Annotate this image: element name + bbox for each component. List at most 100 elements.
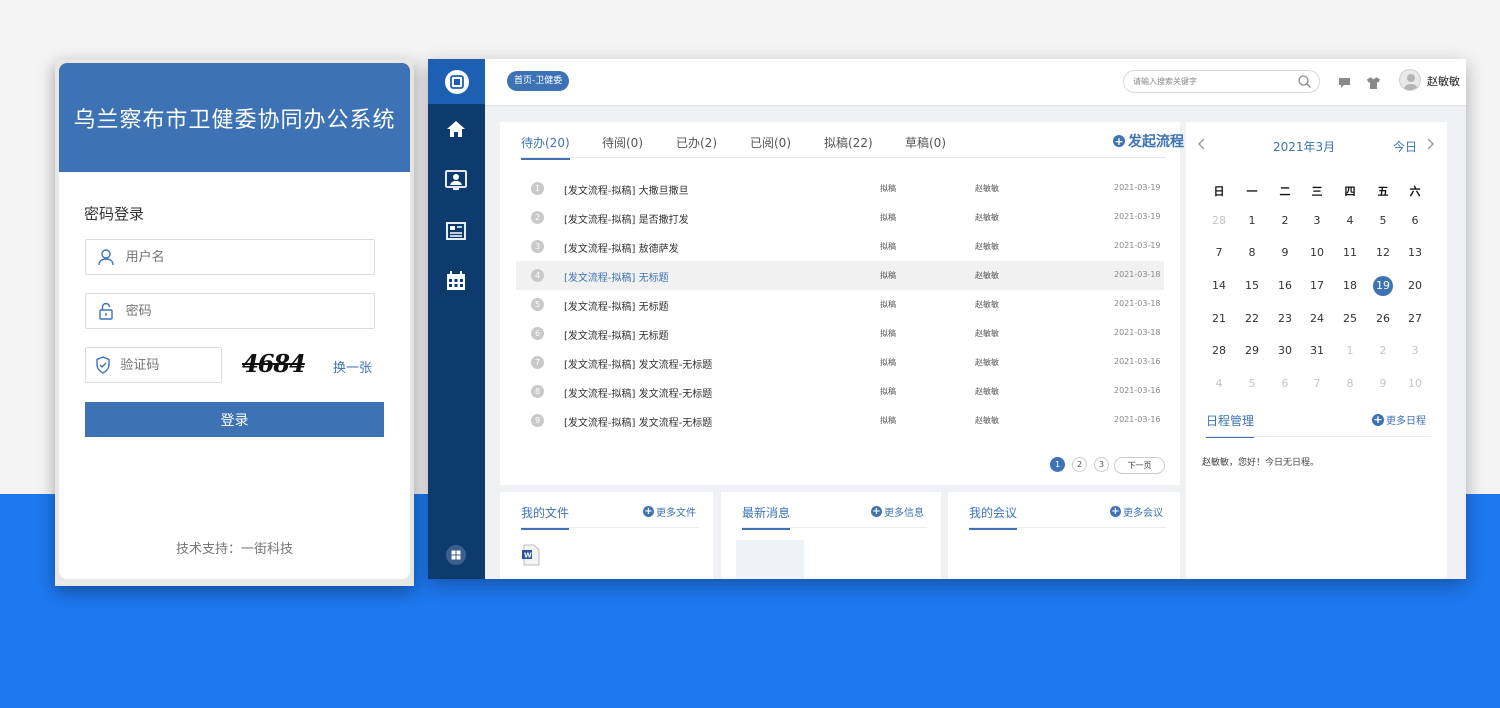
calendar-day[interactable]: 4 xyxy=(1338,211,1362,231)
tab-read[interactable]: 已阅(0) xyxy=(750,134,791,151)
table-row[interactable]: 4 [发文流程-拟稿] 无标题 拟稿 赵敏敏 2021-03-18 xyxy=(516,261,1164,290)
more-meetings-link[interactable]: + 更多会议 xyxy=(1110,504,1163,519)
tab-to-read[interactable]: 待阅(0) xyxy=(602,134,643,151)
row-title[interactable]: [发文流程-拟稿] 无标题 xyxy=(564,298,669,313)
more-files-link[interactable]: + 更多文件 xyxy=(643,504,696,519)
calendar-day[interactable]: 1 xyxy=(1240,211,1264,231)
calendar-day[interactable]: 17 xyxy=(1305,276,1329,296)
row-title[interactable]: [发文流程-拟稿] 敖德萨发 xyxy=(564,240,679,255)
calendar-day[interactable]: 9 xyxy=(1371,374,1395,394)
calendar-day[interactable]: 3 xyxy=(1403,341,1427,361)
table-row[interactable]: 6 [发文流程-拟稿] 无标题 拟稿 赵敏敏 2021-03-18 xyxy=(516,319,1164,348)
table-row[interactable]: 3 [发文流程-拟稿] 敖德萨发 拟稿 赵敏敏 2021-03-19 xyxy=(516,232,1164,261)
calendar-day[interactable]: 4 xyxy=(1207,374,1231,394)
username-field[interactable] xyxy=(85,239,375,275)
calendar-day[interactable]: 3 xyxy=(1305,211,1329,231)
password-field[interactable] xyxy=(85,293,375,329)
calendar-day[interactable]: 2 xyxy=(1371,341,1395,361)
row-title[interactable]: [发文流程-拟稿] 无标题 xyxy=(564,269,669,284)
calendar-day[interactable]: 28 xyxy=(1207,341,1231,361)
username-input[interactable] xyxy=(125,249,374,265)
calendar-day[interactable]: 31 xyxy=(1305,341,1329,361)
news-thumbnail[interactable] xyxy=(736,540,804,579)
calendar-day[interactable]: 11 xyxy=(1338,243,1362,263)
calendar-day[interactable]: 13 xyxy=(1403,243,1427,263)
launch-process-button[interactable]: + 发起流程 xyxy=(1113,131,1184,151)
today-button[interactable]: 今日 xyxy=(1393,138,1417,155)
calendar-day[interactable]: 6 xyxy=(1273,374,1297,394)
tab-done[interactable]: 已办(2) xyxy=(676,134,717,151)
calendar-day[interactable]: 5 xyxy=(1240,374,1264,394)
calendar-day[interactable]: 25 xyxy=(1338,309,1362,329)
calendar-day[interactable]: 21 xyxy=(1207,309,1231,329)
calendar-day[interactable]: 9 xyxy=(1273,243,1297,263)
captcha-input[interactable] xyxy=(120,357,221,373)
table-row[interactable]: 5 [发文流程-拟稿] 无标题 拟稿 赵敏敏 2021-03-18 xyxy=(516,290,1164,319)
word-file-icon[interactable]: W xyxy=(522,544,540,570)
logo-icon[interactable] xyxy=(428,59,485,104)
calendar-day[interactable]: 20 xyxy=(1403,276,1427,296)
row-title[interactable]: [发文流程-拟稿] 是否撒打发 xyxy=(564,211,689,226)
calendar-day[interactable]: 8 xyxy=(1240,243,1264,263)
page-button[interactable]: 1 xyxy=(1050,457,1065,472)
calendar-day[interactable]: 22 xyxy=(1240,309,1264,329)
message-icon[interactable] xyxy=(1338,74,1351,93)
row-title[interactable]: [发文流程-拟稿] 发文流程-无标题 xyxy=(564,385,712,400)
apps-icon[interactable] xyxy=(445,544,467,566)
calendar-day[interactable]: 2 xyxy=(1273,211,1297,231)
next-page-button[interactable]: 下一页 xyxy=(1114,457,1165,474)
search-icon[interactable] xyxy=(1298,75,1311,96)
schedule-title[interactable]: 日程管理 xyxy=(1206,412,1255,438)
calendar-day[interactable]: 6 xyxy=(1403,211,1427,231)
calendar-day[interactable]: 10 xyxy=(1305,243,1329,263)
calendar-day[interactable]: 16 xyxy=(1273,276,1297,296)
refresh-captcha-link[interactable]: 换一张 xyxy=(333,357,372,376)
calendar-day[interactable]: 24 xyxy=(1305,309,1329,329)
password-input[interactable] xyxy=(125,303,374,319)
calendar-day[interactable]: 12 xyxy=(1371,243,1395,263)
calendar-icon[interactable] xyxy=(445,270,467,292)
calendar-day[interactable]: 26 xyxy=(1371,309,1395,329)
calendar-day[interactable]: 27 xyxy=(1403,309,1427,329)
shirt-icon[interactable] xyxy=(1367,74,1380,93)
calendar-day[interactable]: 8 xyxy=(1338,374,1362,394)
calendar-day[interactable]: 5 xyxy=(1371,211,1395,231)
calendar-day[interactable]: 14 xyxy=(1207,276,1231,296)
prev-month-icon[interactable] xyxy=(1198,138,1206,153)
breadcrumb[interactable]: 首页-卫健委 xyxy=(507,71,570,91)
tab-drafting[interactable]: 拟稿(22) xyxy=(824,134,873,151)
user-name[interactable]: 赵敏敏 xyxy=(1427,73,1460,89)
captcha-field[interactable] xyxy=(85,347,222,383)
row-title[interactable]: [发文流程-拟稿] 发文流程-无标题 xyxy=(564,356,712,371)
row-title[interactable]: [发文流程-拟稿] 无标题 xyxy=(564,327,669,342)
table-row[interactable]: 2 [发文流程-拟稿] 是否撒打发 拟稿 赵敏敏 2021-03-19 xyxy=(516,203,1164,232)
calendar-day[interactable]: 30 xyxy=(1273,341,1297,361)
document-icon[interactable] xyxy=(445,220,467,242)
calendar-day[interactable]: 15 xyxy=(1240,276,1264,296)
calendar-day[interactable]: 18 xyxy=(1338,276,1362,296)
table-row[interactable]: 8 [发文流程-拟稿] 发文流程-无标题 拟稿 赵敏敏 2021-03-16 xyxy=(516,377,1164,406)
calendar-day[interactable]: 28 xyxy=(1207,211,1231,231)
calendar-day-today[interactable]: 19 xyxy=(1373,276,1393,296)
avatar[interactable] xyxy=(1399,69,1421,91)
calendar-day[interactable]: 7 xyxy=(1305,374,1329,394)
home-icon[interactable] xyxy=(445,118,467,140)
row-title[interactable]: [发文流程-拟稿] 发文流程-无标题 xyxy=(564,414,712,429)
calendar-day[interactable]: 7 xyxy=(1207,243,1231,263)
contacts-icon[interactable] xyxy=(445,169,467,191)
next-month-icon[interactable] xyxy=(1426,138,1434,153)
more-news-link[interactable]: + 更多信息 xyxy=(871,504,924,519)
more-schedule-link[interactable]: + 更多日程 xyxy=(1372,412,1426,427)
login-button[interactable]: 登录 xyxy=(85,402,384,437)
table-row[interactable]: 1 [发文流程-拟稿] 大撒旦撒旦 拟稿 赵敏敏 2021-03-19 xyxy=(516,174,1164,203)
calendar-day[interactable]: 1 xyxy=(1338,341,1362,361)
calendar-day[interactable]: 23 xyxy=(1273,309,1297,329)
table-row[interactable]: 9 [发文流程-拟稿] 发文流程-无标题 拟稿 赵敏敏 2021-03-16 xyxy=(516,406,1164,435)
tab-drafts[interactable]: 草稿(0) xyxy=(905,134,946,151)
page-button[interactable]: 3 xyxy=(1094,457,1109,472)
tab-todo[interactable]: 待办(20) xyxy=(521,134,570,160)
page-button[interactable]: 2 xyxy=(1072,457,1087,472)
table-row[interactable]: 7 [发文流程-拟稿] 发文流程-无标题 拟稿 赵敏敏 2021-03-16 xyxy=(516,348,1164,377)
calendar-day[interactable]: 10 xyxy=(1403,374,1427,394)
search-input[interactable]: 请输入搜索关键字 xyxy=(1123,70,1320,93)
